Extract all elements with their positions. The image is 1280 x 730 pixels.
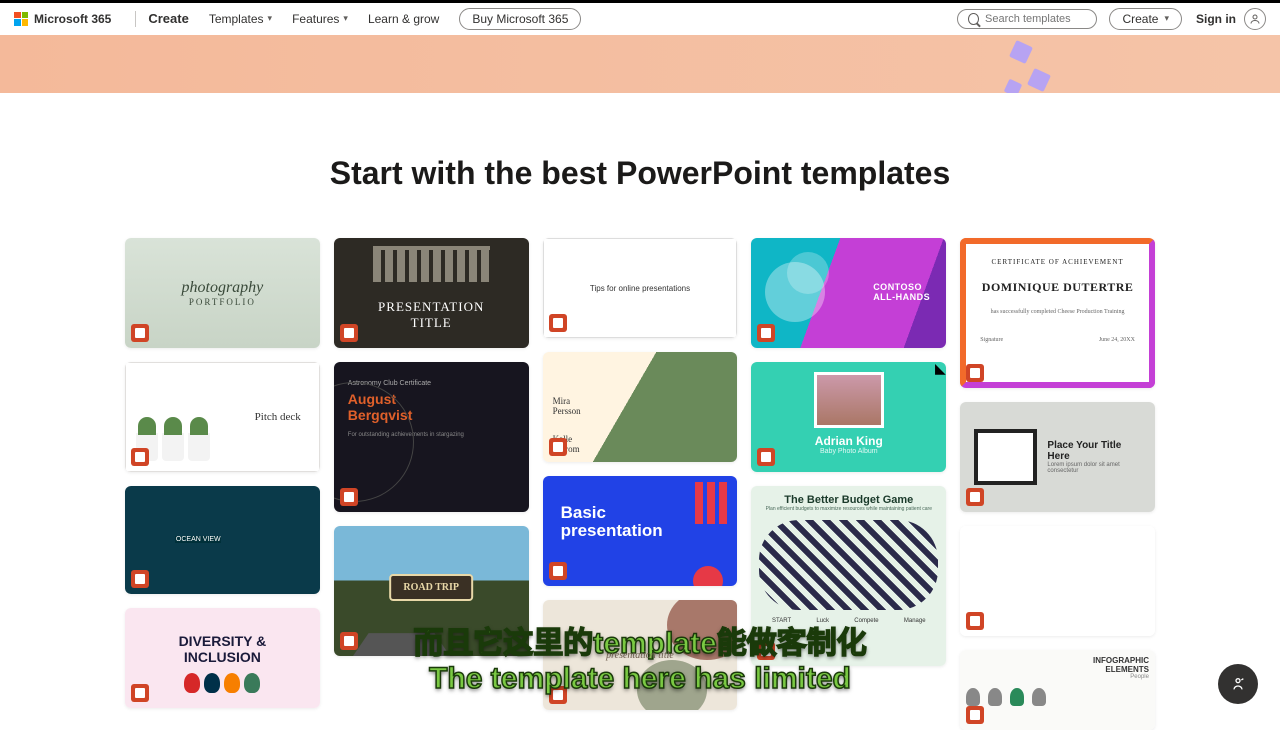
- thumb-label: Manage: [904, 618, 926, 624]
- template-card-roadtrip[interactable]: ROAD TRIP: [334, 526, 529, 656]
- thumb-desc: has successfully completed Cheese Produc…: [980, 309, 1135, 315]
- template-card-basic[interactable]: Basic presentation: [543, 476, 738, 586]
- brand-label[interactable]: Microsoft 365: [34, 12, 111, 26]
- chevron-down-icon: ▾: [268, 13, 273, 24]
- thumb-title: DOMINIQUE DUTERTRE: [980, 280, 1135, 295]
- cube-decoration-icon: [1009, 40, 1033, 64]
- template-card-blob[interactable]: presentation title: [543, 600, 738, 710]
- nav-templates-label: Templates: [209, 12, 264, 26]
- powerpoint-badge-icon: [340, 324, 358, 342]
- thumb-subtitle: CERTIFICATE OF ACHIEVEMENT: [980, 258, 1135, 266]
- search-icon: [968, 13, 979, 25]
- thumb-label: June 24, 20XX: [1099, 337, 1135, 343]
- template-card-contoso[interactable]: CONTOSO ALL-HANDS: [751, 238, 946, 348]
- thumb-title: ROAD TRIP: [389, 574, 473, 601]
- nav-features[interactable]: Features ▾: [292, 12, 348, 26]
- template-card-budget[interactable]: The Better Budget GamePlan efficient bud…: [751, 486, 946, 666]
- cube-decoration-icon: [1004, 79, 1023, 93]
- thumb-desc: Lorem ipsum dolor sit amet consectetur: [1047, 462, 1141, 474]
- powerpoint-badge-icon: [549, 562, 567, 580]
- powerpoint-badge-icon: [757, 448, 775, 466]
- create-button[interactable]: Create ▾: [1109, 8, 1182, 30]
- powerpoint-badge-icon: [966, 488, 984, 506]
- cube-decoration-icon: [1027, 68, 1051, 92]
- thumb-subtitle: Baby Photo Album: [751, 448, 946, 455]
- hero-banner: [0, 35, 1280, 93]
- template-card-presentation-title[interactable]: PRESENTATION TITLE: [334, 238, 529, 348]
- signin-link[interactable]: Sign in: [1196, 12, 1236, 26]
- nav-create[interactable]: Create: [148, 11, 188, 26]
- microsoft-logo-icon[interactable]: [14, 12, 28, 26]
- thumb-label: WEEK 4: [1120, 626, 1142, 632]
- nav-divider: [135, 11, 136, 27]
- template-card-photography[interactable]: photographyPORTFOLIO: [125, 238, 320, 348]
- thumb-label: Compete: [854, 618, 878, 624]
- thumb-title: Adrian King: [751, 434, 946, 448]
- thumb-label: START: [772, 618, 791, 624]
- powerpoint-badge-icon: [549, 438, 567, 456]
- thumb-title: The Better Budget Game: [759, 494, 938, 506]
- powerpoint-badge-icon: [549, 314, 567, 332]
- create-button-label: Create: [1122, 12, 1158, 26]
- thumb-title: PRESENTATION TITLE: [378, 299, 484, 331]
- search-box[interactable]: [957, 9, 1097, 29]
- powerpoint-badge-icon: [757, 324, 775, 342]
- thumb-title: Place Your Title Here: [1047, 440, 1141, 462]
- nav-templates[interactable]: Templates ▾: [209, 12, 272, 26]
- page-title: Start with the best PowerPoint templates: [0, 155, 1280, 192]
- thumb-title: Pitch deck: [255, 411, 301, 423]
- nav-learn[interactable]: Learn & grow: [368, 12, 439, 26]
- thumb-text: Persson: [553, 407, 581, 417]
- thumb-subtitle: People: [966, 674, 1149, 680]
- thumb-title: OCEAN VIEW: [175, 536, 221, 543]
- chevron-down-icon: ▾: [1164, 13, 1169, 24]
- thumb-subtitle: PORTFOLIO: [189, 297, 256, 307]
- profile-avatar-icon[interactable]: [1244, 8, 1266, 30]
- thumb-label: WEEK 2: [1022, 626, 1044, 632]
- buy-m365-button[interactable]: Buy Microsoft 365: [459, 8, 581, 30]
- powerpoint-badge-icon: [549, 686, 567, 704]
- top-navbar: Microsoft 365 Create Templates ▾ Features…: [0, 3, 1280, 35]
- thumb-title: presentation title: [606, 650, 674, 661]
- thumb-title: photography: [182, 279, 264, 297]
- powerpoint-badge-icon: [340, 488, 358, 506]
- thumb-title: Tips for online presentations: [590, 284, 690, 293]
- powerpoint-badge-icon: [757, 642, 775, 660]
- thumb-label: Signature: [980, 337, 1003, 343]
- template-card-mira[interactable]: MiraPerssonKalleAstrom: [543, 352, 738, 462]
- powerpoint-badge-icon: [131, 684, 149, 702]
- template-card-infographic-weeks[interactable]: WEEK 1WEEK 2WEEK 3WEEK 4: [960, 526, 1155, 636]
- powerpoint-badge-icon: [131, 570, 149, 588]
- powerpoint-badge-icon: [131, 324, 149, 342]
- thumb-title: DIVERSITY &: [179, 633, 267, 649]
- template-card-place-title[interactable]: Place Your Title HereLorem ipsum dolor s…: [960, 402, 1155, 512]
- template-card-tips[interactable]: Tips for online presentations: [543, 238, 738, 338]
- powerpoint-badge-icon: [966, 612, 984, 630]
- template-gallery: photographyPORTFOLIO Pitch deck OCEAN VI…: [125, 238, 1155, 730]
- thumb-subtitle: Plan efficient budgets to maximize resou…: [759, 506, 938, 512]
- thumb-label: Luck: [816, 618, 829, 624]
- powerpoint-badge-icon: [966, 706, 984, 724]
- template-card-ocean[interactable]: OCEAN VIEW: [125, 486, 320, 594]
- thumb-subtitle: INCLUSION: [184, 649, 261, 665]
- template-card-adrian[interactable]: Adrian KingBaby Photo Album: [751, 362, 946, 472]
- powerpoint-badge-icon: [131, 448, 149, 466]
- help-fab-button[interactable]: [1218, 664, 1258, 704]
- thumb-title: CONTOSO ALL-HANDS: [873, 282, 930, 302]
- chevron-down-icon: ▾: [343, 13, 348, 24]
- template-card-infographic-people[interactable]: INFOGRAPHIC ELEMENTSPeople: [960, 650, 1155, 730]
- nav-features-label: Features: [292, 12, 339, 26]
- thumb-label: WEEK 3: [1071, 626, 1093, 632]
- template-card-astronomy[interactable]: Astronomy Club CertificateAugust Bergqvi…: [334, 362, 529, 512]
- search-input[interactable]: [985, 13, 1086, 25]
- template-card-pitch-deck[interactable]: Pitch deck: [125, 362, 320, 472]
- template-card-diversity[interactable]: DIVERSITY &INCLUSION: [125, 608, 320, 708]
- template-card-certificate[interactable]: CERTIFICATE OF ACHIEVEMENT DOMINIQUE DUTE…: [960, 238, 1155, 388]
- powerpoint-badge-icon: [340, 632, 358, 650]
- thumb-title: INFOGRAPHIC ELEMENTS: [966, 656, 1149, 674]
- powerpoint-badge-icon: [966, 364, 984, 382]
